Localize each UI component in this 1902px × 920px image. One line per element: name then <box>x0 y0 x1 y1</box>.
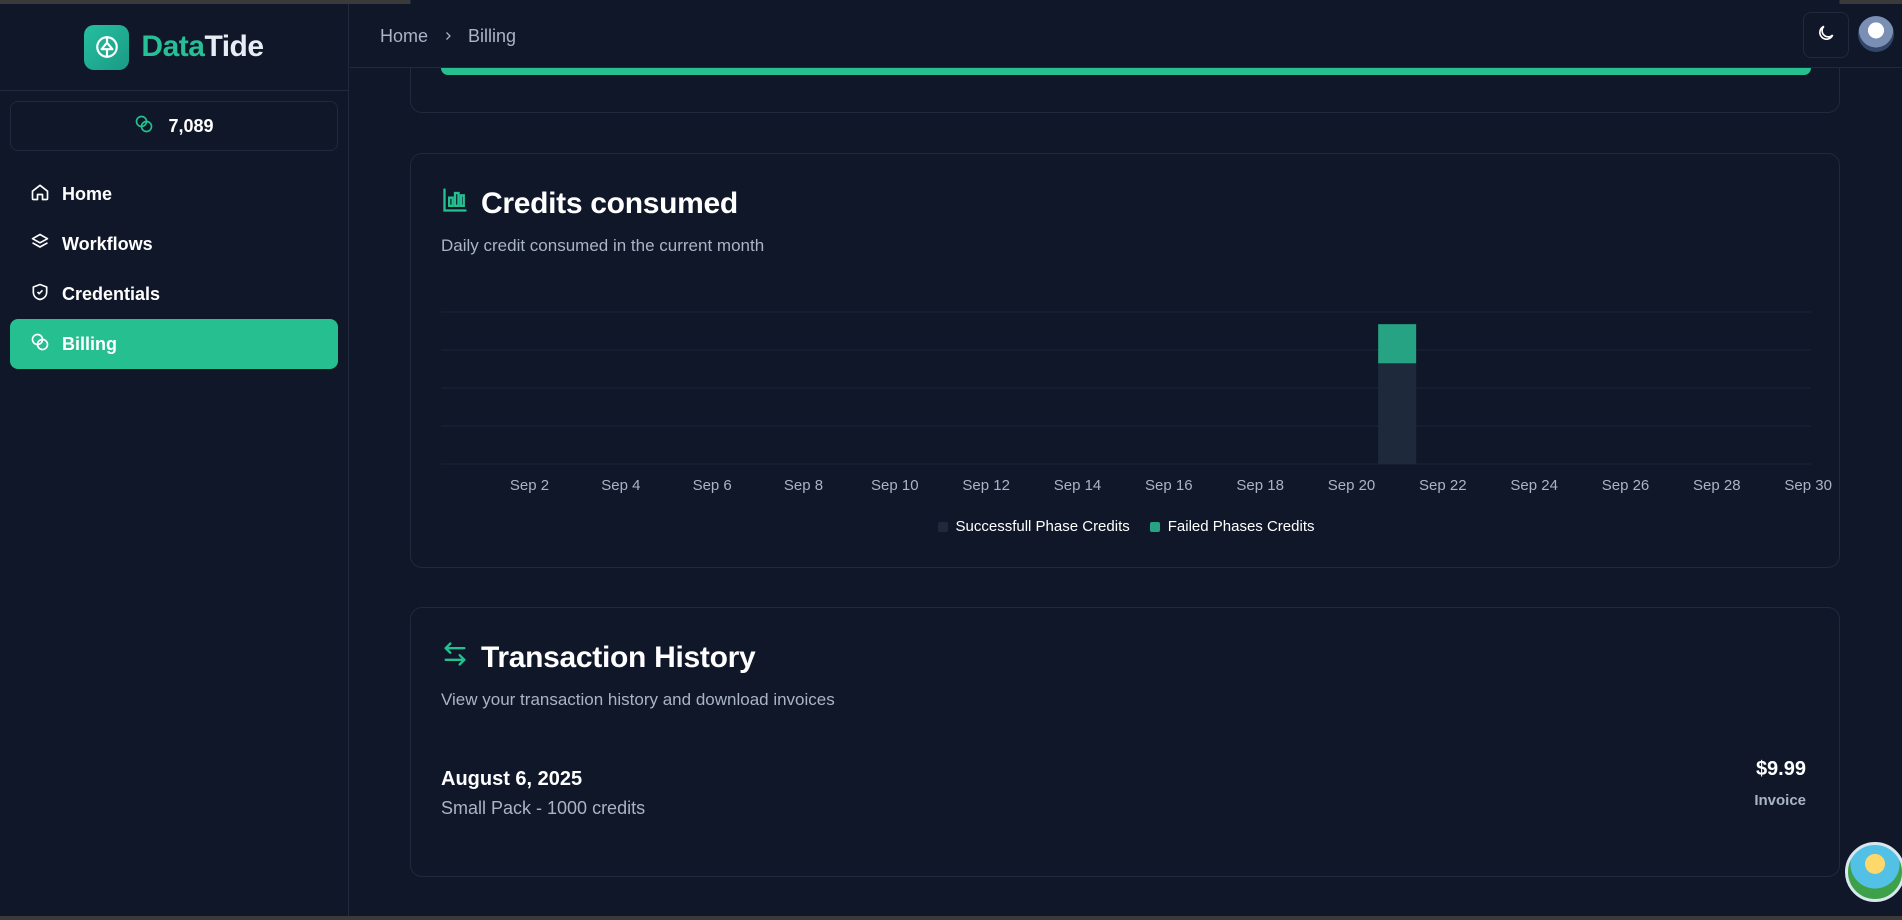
x-tick-label: Sep 12 <box>962 477 1010 494</box>
transaction-history-heading: Transaction History <box>441 640 756 676</box>
legend-swatch <box>937 521 948 532</box>
x-tick-label: Sep 30 <box>1784 477 1832 494</box>
legend-label: Successfull Phase Credits <box>955 518 1130 535</box>
credits-consumed-card: Credits consumed Daily credit consumed i… <box>410 153 1840 568</box>
sidebar-item-home[interactable]: Home <box>10 169 338 219</box>
transaction-amount: $9.99 <box>1755 758 1806 780</box>
transaction-description: Small Pack - 1000 credits <box>441 798 646 818</box>
brand[interactable]: DataTide <box>0 4 348 91</box>
credits-balance[interactable]: 7,089 <box>10 101 338 151</box>
sidebar-nav: Home Workflows Credentials Billing <box>0 169 348 369</box>
x-tick-label: Sep 20 <box>1328 477 1376 494</box>
credits-chart: Sep 2 Sep 4 Sep 6 Sep 8 Sep 10 Sep 12 Sep 14 Se… <box>441 311 1832 494</box>
x-tick-label: Sep 24 <box>1510 477 1558 494</box>
x-tick-label: Sep 6 <box>693 477 732 494</box>
breadcrumb-home[interactable]: Home <box>380 26 428 47</box>
breadcrumb: Home Billing <box>380 26 516 47</box>
x-tick-label: Sep 22 <box>1419 477 1467 494</box>
x-tick-label: Sep 26 <box>1602 477 1650 494</box>
transaction-date: August 6, 2025 <box>441 768 583 790</box>
legend-item-failed[interactable]: Failed Phases Credits <box>1149 518 1315 535</box>
x-tick-label: Sep 4 <box>601 477 640 494</box>
home-icon <box>30 182 50 207</box>
bar-successful-credits[interactable] <box>1378 363 1417 464</box>
avatar[interactable] <box>1858 16 1894 52</box>
breadcrumb-billing[interactable]: Billing <box>468 26 516 47</box>
legend-label: Failed Phases Credits <box>1167 518 1315 535</box>
top-header: Home Billing <box>350 4 1902 68</box>
moon-icon <box>1816 23 1836 48</box>
transaction-row: August 6, 2025 Small Pack - 1000 credits… <box>441 758 1811 838</box>
bar-failed-credits[interactable] <box>1378 324 1417 364</box>
sidebar-item-label: Home <box>62 183 113 204</box>
brand-name-part1: Data <box>141 30 205 63</box>
card-subtitle: View your transaction history and downlo… <box>441 690 835 709</box>
card-title: Transaction History <box>481 641 756 674</box>
sidebar-item-billing[interactable]: Billing <box>10 319 338 369</box>
arrows-left-right-icon <box>441 640 469 676</box>
brand-name: DataTide <box>141 30 264 64</box>
coins-icon <box>134 114 154 139</box>
sidebar-item-label: Billing <box>62 333 117 354</box>
shield-icon <box>30 282 50 307</box>
x-tick-label: Sep 28 <box>1693 477 1741 494</box>
chart-bars <box>1378 324 1417 464</box>
chart-legend: Successfull Phase Credits Failed Phases … <box>411 518 1841 535</box>
sidebar-item-workflows[interactable]: Workflows <box>10 219 338 269</box>
credits-balance-value: 7,089 <box>168 115 214 136</box>
x-tick-label: Sep 10 <box>871 477 919 494</box>
theme-toggle-button[interactable] <box>1803 12 1849 58</box>
floating-assistant-icon[interactable] <box>1845 842 1902 902</box>
invoice-link[interactable]: Invoice <box>1754 792 1806 809</box>
chevron-right-icon <box>442 26 454 47</box>
x-tick-label: Sep 16 <box>1145 477 1193 494</box>
window-bottom-border <box>0 916 1902 920</box>
brand-logo-icon <box>84 24 130 70</box>
transaction-history-card: Transaction History View your transactio… <box>410 607 1840 877</box>
x-tick-label: Sep 18 <box>1236 477 1284 494</box>
legend-item-successful[interactable]: Successfull Phase Credits <box>937 518 1130 535</box>
layers-icon <box>30 232 50 257</box>
sidebar-item-credentials[interactable]: Credentials <box>10 269 338 319</box>
legend-swatch <box>1149 521 1160 532</box>
x-tick-label: Sep 2 <box>510 477 549 494</box>
sidebar-item-label: Workflows <box>62 233 153 254</box>
chart-grid <box>441 311 1811 465</box>
sidebar-item-label: Credentials <box>62 283 161 304</box>
x-tick-label: Sep 8 <box>784 477 823 494</box>
coins-icon <box>30 332 50 357</box>
chart-x-axis: Sep 2 Sep 4 Sep 6 Sep 8 Sep 10 Sep 12 Sep 14 Se… <box>510 477 1832 494</box>
brand-name-part2: Tide <box>204 30 264 63</box>
sidebar: DataTide 7,089 Home Workflows Credential… <box>0 4 349 916</box>
x-tick-label: Sep 14 <box>1054 477 1102 494</box>
